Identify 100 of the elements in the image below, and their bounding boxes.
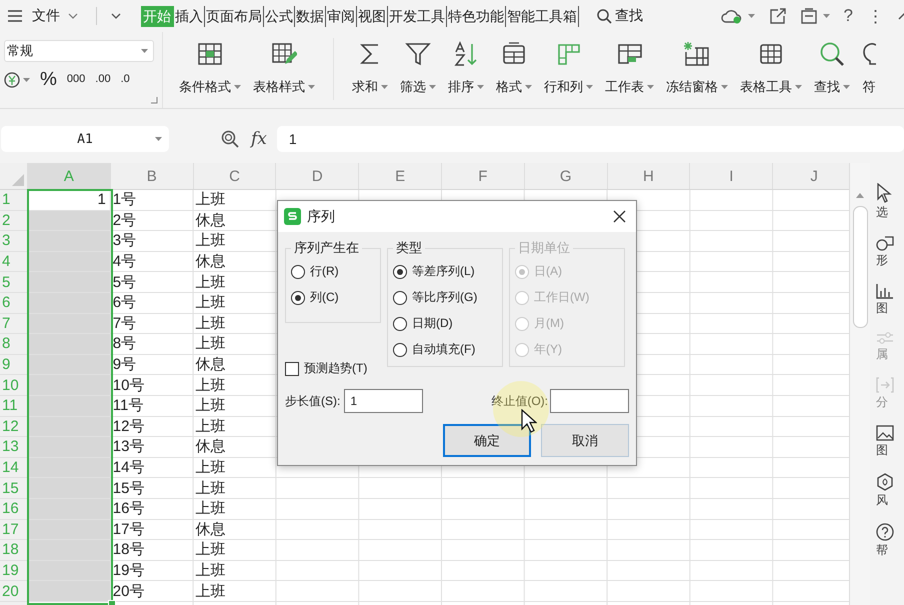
caret-icon [23,78,30,82]
number-format-dropdown[interactable]: 常规 [4,40,154,62]
table-cell-text: 上班 [194,582,227,601]
side-panel-button[interactable]: 帮 [876,523,894,559]
scrollbar-thumb[interactable] [852,206,868,328]
dialog-button[interactable]: 确定 [443,424,531,457]
caret-icon [748,14,755,18]
format-button[interactable]: % [40,70,57,89]
column-header[interactable]: D [275,163,358,189]
currency-icon[interactable] [4,72,20,88]
split-icon [876,377,894,393]
format-button[interactable]: 000 [66,74,86,85]
ribbon-tool[interactable]: 表格样式 [247,32,321,96]
search-button[interactable]: 查找 [597,7,643,25]
step-field[interactable]: 1 [344,389,424,413]
function-button[interactable]: fx [251,129,267,149]
ribbon-tool[interactable]: 工作表 [599,32,660,96]
ribbon-tab[interactable]: 特色功能 [447,6,506,26]
ribbon-tool[interactable]: 求和 [346,32,394,96]
side-panel-button[interactable]: 图 [876,283,894,317]
radio-button[interactable] [291,290,305,304]
side-panel-button[interactable]: 选 [876,183,892,221]
column-header[interactable]: F [440,163,524,189]
dialog-launcher-icon[interactable] [151,97,158,104]
zoom-icon[interactable] [221,130,239,148]
name-box[interactable]: A1 [1,126,169,152]
column-header[interactable]: I [689,163,772,189]
file-menu[interactable]: 文件 [28,7,82,25]
radio-label: 等差序列(L) [412,263,475,280]
table-cell-text: 上班 [194,396,227,416]
table-cell-text: 3号 [112,231,138,251]
side-panel-button[interactable]: 图 [876,425,894,459]
inbox-icon[interactable] [800,8,818,24]
step-label: 步长值(S): [285,392,340,410]
table-cell-text: 12号 [112,416,146,436]
caret-icon [586,85,593,89]
ribbon-tab[interactable]: 智能工具箱 [506,6,579,26]
close-icon[interactable] [613,210,626,223]
side-panel-button[interactable]: 风 [876,473,894,509]
format-button[interactable]: .00 [95,74,111,85]
ribbon-tool[interactable]: 条件格式 [173,32,247,96]
ribbon-tool[interactable]: 行和列 [538,32,599,96]
app-logo-icon [284,208,301,225]
table-cell-text: 11号 [112,396,144,416]
ribbon-tool[interactable]: 查找 [808,32,856,96]
ribbon-tool[interactable]: 排序 [442,32,490,96]
radio-button[interactable] [393,290,407,304]
table-cell-text: 19号 [112,560,146,580]
ribbon-tool[interactable]: 表格工具 [734,32,808,96]
ribbon-tool[interactable]: 筛选 [394,32,442,96]
column-header[interactable]: H [606,163,690,189]
table-cell-text: 16号 [112,499,146,518]
bar-chart-icon [876,283,894,299]
table-cell-text: 休息 [194,210,227,230]
sort-icon [453,41,479,67]
ribbon-tab[interactable]: 开发工具 [388,6,447,26]
chevron-down-icon[interactable] [111,13,121,19]
shapes-icon [876,235,894,251]
grid-icon [197,42,223,66]
column-header[interactable]: E [358,163,441,189]
sliders-icon [876,331,894,345]
menu-icon[interactable] [8,10,22,22]
table-cell-text: 13号 [112,437,146,457]
trend-checkbox[interactable] [285,362,299,376]
formula-field[interactable]: 1 [276,126,904,152]
checkbox-label: 预测趋势(T) [304,360,368,377]
radio-button[interactable] [291,264,305,278]
ribbon-tool[interactable]: 格式 [490,32,538,96]
toolbar-glyph[interactable]: ? [844,6,853,26]
side-panel-button[interactable]: 形 [876,235,894,269]
caret-icon [822,14,830,18]
table-cell-text: 18号 [112,540,146,560]
format-button[interactable]: .0 [120,74,130,85]
table-cell-text: 17号 [112,520,146,540]
radio-button[interactable] [393,316,407,330]
table-cell-text: 上班 [194,560,227,580]
worksheet-icon [616,42,644,66]
table-cell-text: 4号 [112,252,138,272]
radio-button[interactable] [393,264,407,278]
ribbon-tab[interactable]: 数据 [295,6,326,26]
stop-field[interactable] [550,389,629,413]
toolbar-glyph[interactable]: ⋮ [867,6,884,26]
ribbon-tool[interactable]: 冻结窗格 [660,32,734,96]
table-cell-text: 上班 [194,334,227,354]
dialog-button[interactable]: 取消 [541,424,629,457]
share-icon[interactable] [768,8,786,24]
table-cell-text: 7号 [112,314,138,334]
table-cell-text: 20号 [112,582,146,601]
column-header[interactable]: G [524,163,607,189]
ribbon-tab[interactable]: 公式 [264,6,295,26]
column-header[interactable]: C [192,163,276,189]
ribbon-tab[interactable]: 插入 [174,6,205,26]
ribbon-tool[interactable]: 符 [856,32,882,96]
ribbon-tab[interactable]: 视图 [357,6,388,26]
cloud-icon[interactable] [720,8,743,24]
ribbon-tab[interactable]: 页面布局 [205,6,264,26]
ribbon-tab[interactable]: 审阅 [326,6,357,26]
column-header[interactable]: B [110,163,193,189]
radio-button[interactable] [393,342,407,356]
scroll-up-icon[interactable] [856,193,864,198]
